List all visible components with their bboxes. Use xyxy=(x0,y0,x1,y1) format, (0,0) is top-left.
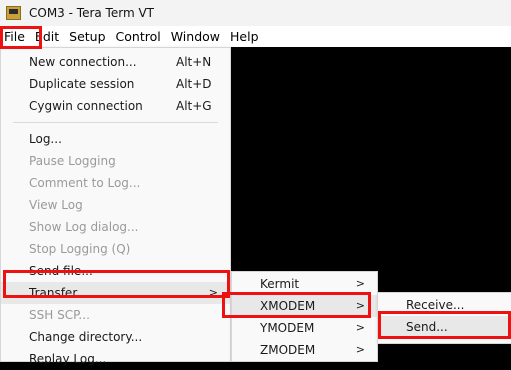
menu-setup[interactable]: Setup xyxy=(64,26,110,47)
menu-item-log[interactable]: Log... xyxy=(1,128,230,150)
menu-separator xyxy=(13,122,218,123)
menu-item-change-directory[interactable]: Change directory... xyxy=(1,326,230,348)
teraterm-app-icon xyxy=(6,6,21,20)
menu-control[interactable]: Control xyxy=(111,26,166,47)
highlight-box-send xyxy=(378,311,511,339)
menu-item-pause-logging: Pause Logging xyxy=(29,154,116,168)
chevron-right-icon: > xyxy=(355,321,365,334)
highlight-box-transfer xyxy=(3,270,230,298)
menu-item-ssh-scp: SSH SCP... xyxy=(29,308,90,322)
highlight-box-xmodem xyxy=(222,292,371,318)
menu-item-view-log: View Log xyxy=(29,198,83,212)
menu-window[interactable]: Window xyxy=(166,26,225,47)
menu-item-stop-logging: Stop Logging (Q) xyxy=(29,242,131,256)
menu-item-show-log-dialog: Show Log dialog... xyxy=(29,220,139,234)
menu-item-comment-to-log: Comment to Log... xyxy=(29,176,141,190)
menu-help[interactable]: Help xyxy=(225,26,264,47)
title-bar: COM3 - Tera Term VT xyxy=(0,0,511,26)
menu-item-new-connection[interactable]: New connection... Alt+N xyxy=(1,51,230,73)
file-menu: New connection... Alt+N Duplicate sessio… xyxy=(0,47,231,366)
menu-item-ymodem[interactable]: YMODEM > xyxy=(232,317,377,339)
menu-item-cygwin-connection[interactable]: Cygwin connection Alt+G xyxy=(1,95,230,117)
menu-item-zmodem[interactable]: ZMODEM > xyxy=(232,339,377,361)
window-title: COM3 - Tera Term VT xyxy=(29,6,154,20)
menu-bar: File Edit Setup Control Window Help xyxy=(0,26,511,47)
highlight-box-file xyxy=(0,26,42,49)
menu-item-replay-log[interactable]: Replay Log... xyxy=(1,348,230,370)
menu-item-duplicate-session[interactable]: Duplicate session Alt+D xyxy=(1,73,230,95)
chevron-right-icon: > xyxy=(355,343,365,356)
